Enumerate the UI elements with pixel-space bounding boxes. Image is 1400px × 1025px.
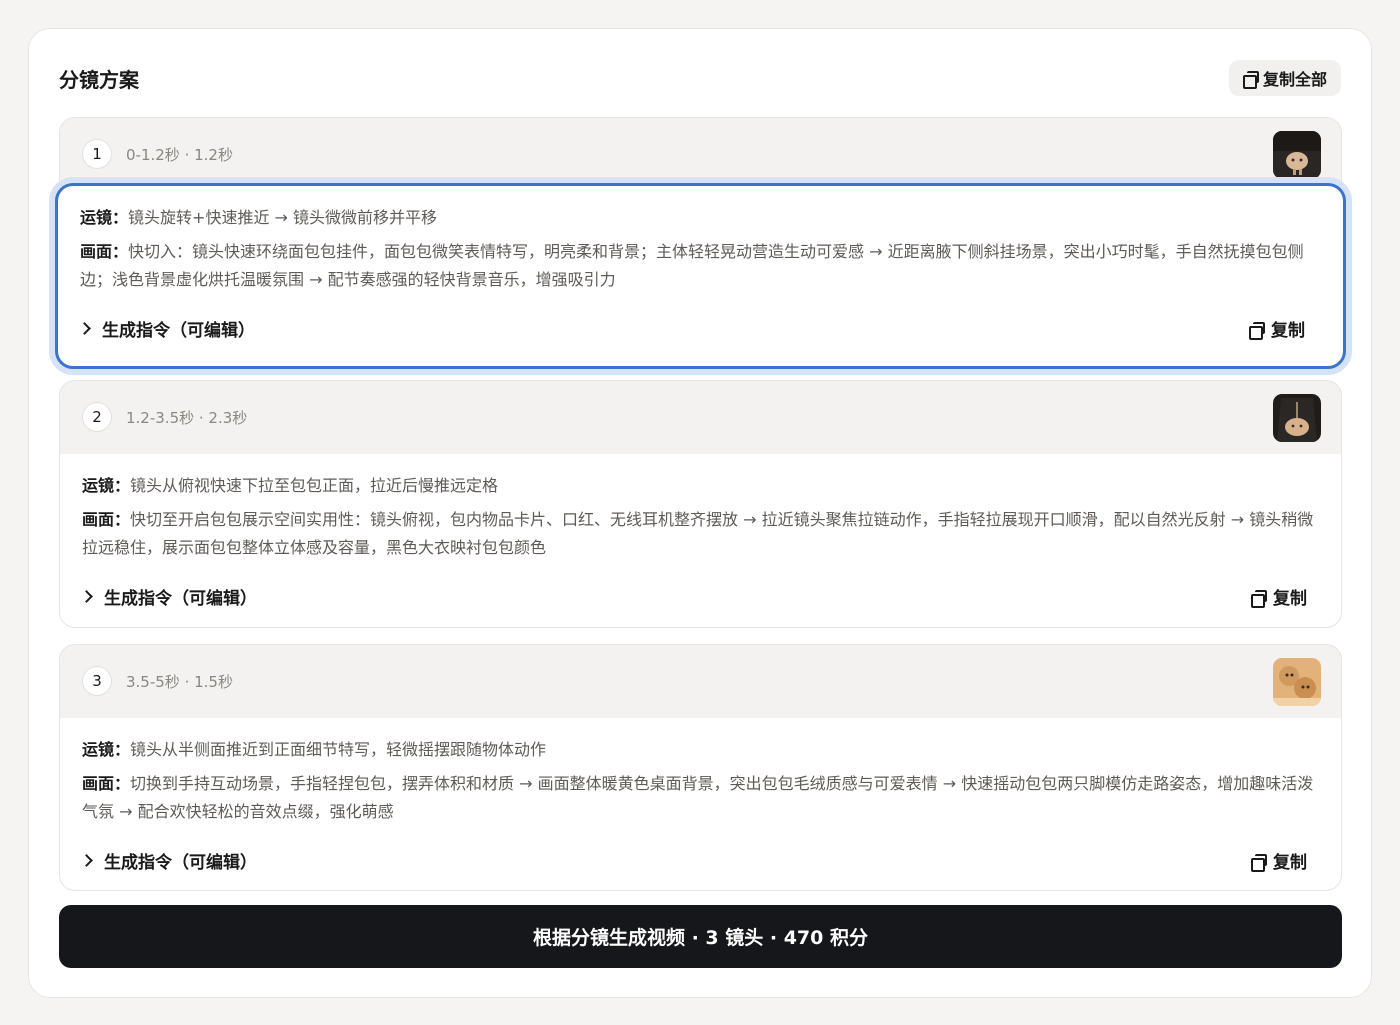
shot-header: 2 1.2-3.5秒 · 2.3秒 (60, 381, 1341, 454)
shot-footer: 生成指令（可编辑） 复制 (58, 294, 1343, 360)
storyboard-panel: 分镜方案 复制全部 1 0-1.2秒 · 1.2秒 运镜：镜头旋转+快速推近 →… (28, 28, 1372, 998)
shot-index-badge: 1 (82, 139, 112, 169)
copy-all-button[interactable]: 复制全部 (1228, 60, 1341, 96)
copy-button[interactable]: 复制 (1251, 584, 1307, 609)
copy-icon (1242, 71, 1259, 89)
shot-thumbnail[interactable] (1273, 658, 1321, 706)
prompt-label: 生成指令（可编辑） (104, 589, 257, 609)
prompt-expand-toggle[interactable]: 生成指令（可编辑） (80, 584, 257, 609)
copy-button[interactable]: 复制 (1251, 848, 1307, 873)
copy-icon (1249, 321, 1265, 340)
camera-line: 运镜：镜头从俯视快速下拉至包包正面，拉近后慢推远定格 (82, 476, 499, 495)
chevron-right-icon (78, 322, 91, 335)
shot-index-badge: 2 (82, 402, 112, 432)
shot-header: 1 0-1.2秒 · 1.2秒 (60, 118, 1341, 191)
shot-thumbnail[interactable] (1273, 394, 1321, 442)
chevron-right-icon (80, 854, 93, 867)
prompt-label: 生成指令（可编辑） (104, 853, 257, 873)
camera-line: 运镜：镜头从半侧面推近到正面细节特写，轻微摇摆跟随物体动作 (82, 740, 547, 759)
copy-label: 复制 (1273, 589, 1307, 609)
chevron-right-icon (80, 590, 93, 603)
scene-line: 画面：快切入：镜头快速环绕面包包挂件，面包包微笑表情特写，明亮柔和背景；主体轻轻… (80, 242, 1304, 289)
copy-label: 复制 (1271, 321, 1305, 341)
copy-icon (1251, 589, 1267, 608)
shot-footer: 生成指令（可编辑） 复制 (60, 826, 1341, 890)
camera-line: 运镜：镜头旋转+快速推近 → 镜头微微前移并平移 (80, 208, 438, 227)
shot-card-2[interactable]: 2 1.2-3.5秒 · 2.3秒 运镜：镜头从俯视快速下拉至包包正面，拉近后慢… (59, 380, 1342, 628)
scene-line: 画面：快切至开启包包展示空间实用性：镜头俯视，包内物品卡片、口红、无线耳机整齐摆… (82, 510, 1314, 557)
panel-header: 分镜方案 复制全部 (59, 59, 1341, 97)
shot-card-3[interactable]: 3 3.5-5秒 · 1.5秒 运镜：镜头从半侧面推近到正面细节特写，轻微摇摆跟… (59, 644, 1342, 891)
prompt-expand-toggle[interactable]: 生成指令（可编辑） (80, 848, 257, 873)
shot-description: 运镜：镜头从俯视快速下拉至包包正面，拉近后慢推远定格 画面：快切至开启包包展示空… (60, 454, 1341, 562)
copy-button[interactable]: 复制 (1249, 316, 1305, 341)
prompt-expand-toggle[interactable]: 生成指令（可编辑） (78, 316, 255, 341)
prompt-label: 生成指令（可编辑） (102, 321, 255, 341)
copy-all-label: 复制全部 (1262, 70, 1327, 89)
shot-footer: 生成指令（可编辑） 复制 (60, 562, 1341, 627)
shot-description: 运镜：镜头从半侧面推近到正面细节特写，轻微摇摆跟随物体动作 画面：切换到手持互动… (60, 718, 1341, 826)
shot-time-range: 3.5-5秒 · 1.5秒 (126, 673, 233, 691)
copy-label: 复制 (1273, 853, 1307, 873)
shot-header: 3 3.5-5秒 · 1.5秒 (60, 645, 1341, 718)
scene-line: 画面：切换到手持互动场景，手指轻捏包包，摆弄体积和材质 → 画面整体暖黄色桌面背… (82, 774, 1314, 821)
shot-time-range: 0-1.2秒 · 1.2秒 (126, 146, 233, 164)
shot-description: 运镜：镜头旋转+快速推近 → 镜头微微前移并平移 画面：快切入：镜头快速环绕面包… (58, 186, 1343, 294)
copy-icon (1251, 853, 1267, 872)
panel-title: 分镜方案 (59, 67, 139, 92)
shot-time-range: 1.2-3.5秒 · 2.3秒 (126, 409, 248, 427)
shot-index-badge: 3 (82, 666, 112, 696)
generate-video-button[interactable]: 根据分镜生成视频 · 3 镜头 · 470 积分 (59, 905, 1342, 968)
shot-card-1-body[interactable]: 运镜：镜头旋转+快速推近 → 镜头微微前移并平移 画面：快切入：镜头快速环绕面包… (55, 183, 1346, 369)
shot-thumbnail[interactable] (1273, 131, 1321, 179)
